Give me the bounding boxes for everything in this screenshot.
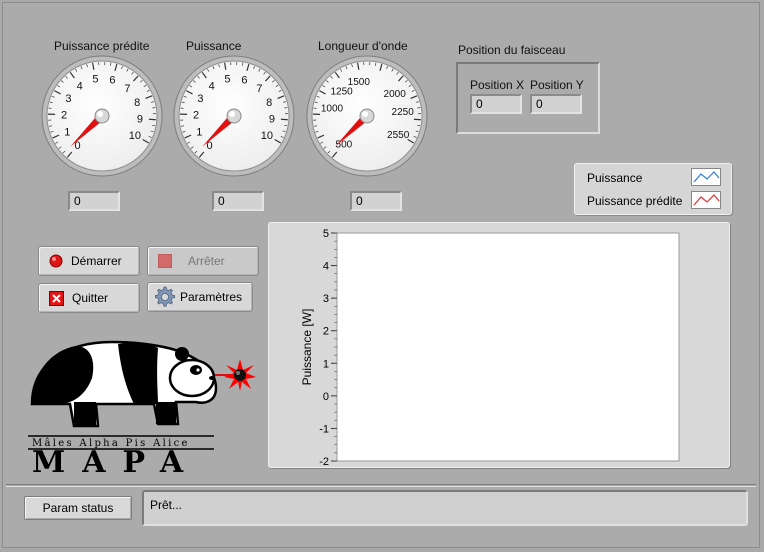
start-button-label: Démarrer — [71, 254, 122, 268]
gauge-tick-label: 8 — [266, 97, 272, 109]
gauge-tick-label: 10 — [261, 130, 273, 142]
gauge-tick-label: 4 — [209, 80, 215, 92]
gauge-tick-label: 1 — [196, 126, 202, 138]
gauge-tick-label: 3 — [197, 93, 203, 105]
stop-button-label: Arrêter — [188, 254, 225, 268]
param-status-button[interactable]: Param status — [24, 496, 132, 520]
position-x-label: Position X — [470, 78, 525, 92]
gauge-tick-label: 2000 — [384, 89, 407, 100]
quit-button[interactable]: Quitter — [38, 283, 140, 313]
gauge-tick-label: 2550 — [387, 130, 410, 141]
gauge-tick-label: 10 — [129, 130, 141, 142]
close-icon — [49, 290, 64, 306]
y-axis-tick-label: 3 — [323, 293, 329, 305]
position-y-label: Position Y — [530, 78, 584, 92]
legend-item-power: Puissance — [587, 171, 643, 185]
gauge-tick-label: 1000 — [321, 104, 344, 115]
record-icon — [49, 254, 63, 268]
position-y-field[interactable]: 0 — [530, 94, 582, 114]
predicted-power-gauge[interactable]: 012345 678910 — [40, 54, 164, 178]
gauge-tick-label: 2250 — [392, 107, 415, 118]
stop-icon — [158, 254, 172, 268]
gauge-tick-label: 3 — [65, 93, 71, 105]
gauge-tick-label: 5 — [224, 74, 230, 86]
gauge-tick-label: 6 — [109, 74, 115, 86]
status-text: Prêt... — [142, 490, 748, 526]
power-chart-svg: 5 4 3 2 1 0 -1 -2 Puissance [W] — [300, 228, 680, 467]
gauge-title-power: Puissance — [186, 39, 242, 53]
wavelength-gauge[interactable]: 500 1000 12501500 2000 2250 2550 — [305, 54, 429, 178]
gauge-tick-label: 9 — [269, 114, 275, 126]
y-axis-tick-label: 5 — [323, 228, 329, 240]
gauge-tick-label: 5 — [92, 74, 98, 86]
y-axis-tick-label: -2 — [319, 456, 329, 467]
gauge-tick-label: 8 — [134, 97, 140, 109]
stop-button[interactable]: Arrêter — [147, 246, 259, 276]
gauge-title-predicted-power: Puissance prédite — [54, 39, 150, 53]
start-button[interactable]: Démarrer — [38, 246, 140, 276]
settings-button[interactable]: Paramètres — [147, 282, 253, 312]
gauge-tick-label: 9 — [137, 114, 143, 126]
gauge-tick-label: 1500 — [348, 77, 371, 88]
chart-legend: Puissance Puissance prédite — [574, 163, 732, 215]
y-axis-tick-label: 4 — [323, 261, 329, 273]
gauge-tick-label: 1250 — [330, 86, 353, 97]
chart-y-axis-label: Puissance [W] — [300, 309, 314, 386]
gauge-title-wavelength: Longueur d'onde — [318, 39, 408, 53]
gauge-tick-label: 2 — [61, 110, 67, 122]
beam-position-title: Position du faisceau — [458, 43, 566, 57]
wavelength-readout[interactable]: 0 — [350, 191, 402, 211]
gauge-tick-label: 500 — [336, 140, 353, 151]
y-axis-tick-label: 1 — [323, 358, 329, 370]
legend-item-predicted-power: Puissance prédite — [587, 194, 683, 208]
power-gauge[interactable]: 012345 678910 — [172, 54, 296, 178]
gauge-tick-label: 1 — [64, 126, 70, 138]
gauge-tick-label: 6 — [241, 74, 247, 86]
status-separator — [6, 484, 756, 487]
gauge-tick-label: 4 — [77, 80, 83, 92]
position-x-field[interactable]: 0 — [470, 94, 522, 114]
power-chart: 5 4 3 2 1 0 -1 -2 Puissance [W] — [268, 222, 730, 468]
gauge-tick-label: 2 — [193, 110, 199, 122]
y-axis-tick-label: 2 — [323, 326, 329, 338]
y-axis-tick-label: 0 — [323, 391, 329, 403]
settings-button-label: Paramètres — [180, 290, 243, 304]
gauge-tick-label: 7 — [256, 83, 262, 95]
logo-name: MAPA — [32, 445, 200, 476]
mapa-panda-logo: Mâles Alpha Pis Alice MAPA — [28, 340, 256, 476]
legend-swatch-power[interactable] — [691, 168, 721, 186]
quit-button-label: Quitter — [72, 291, 109, 305]
power-readout[interactable]: 0 — [212, 191, 264, 211]
y-axis-tick-label: -1 — [319, 423, 329, 435]
gear-icon — [155, 286, 175, 307]
legend-swatch-predicted-power[interactable] — [691, 191, 721, 209]
predicted-power-readout[interactable]: 0 — [68, 191, 120, 211]
gauge-tick-label: 7 — [124, 83, 130, 95]
